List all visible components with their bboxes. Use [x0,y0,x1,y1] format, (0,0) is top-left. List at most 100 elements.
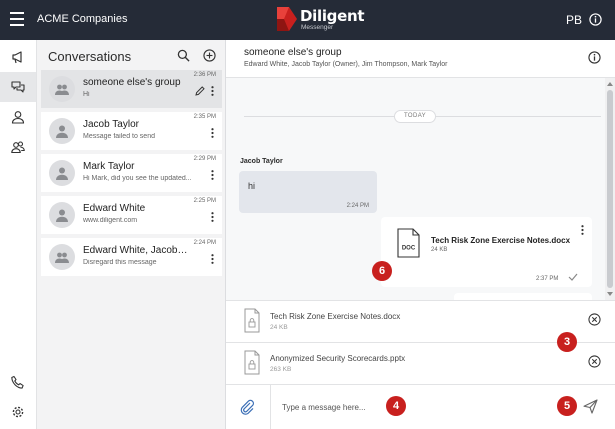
callout-marker: 3 [557,332,577,352]
pending-attachment: Tech Risk Zone Exercise Notes.docx 24 KB [226,300,615,340]
conversation-list: Conversations someone else's group Hi 2:… [37,40,226,429]
diligent-logo-icon [277,7,297,31]
conversation-name: Edward White, Jacob Taylor [83,245,189,256]
megaphone-icon [12,51,22,64]
chat-title: someone else's group [244,47,342,58]
attachment-name: Tech Risk Zone Exercise Notes.docx [270,312,401,321]
message-sender: Jacob Taylor [240,158,283,165]
kebab-menu-icon[interactable] [211,128,214,138]
chat-header: someone else's group Edward White, Jacob… [226,40,615,78]
kebab-menu-icon[interactable] [211,170,214,180]
pencil-icon[interactable] [195,86,205,96]
kebab-menu-icon[interactable] [211,254,214,264]
conversation-name: Mark Taylor [83,161,135,172]
person-avatar-icon [56,209,68,222]
compose-divider [270,385,271,429]
organization-name: ACME Companies [37,13,128,25]
conversation-item[interactable]: someone else's group Hi 2:36 PM [41,70,222,108]
conversation-preview: Hi [83,91,90,98]
conversation-time: 2:29 PM [193,156,216,162]
message-time: 2:37 PM [536,276,559,282]
message-input[interactable] [282,397,562,417]
remove-attachment-icon[interactable] [588,355,601,368]
scroll-up-arrow-icon[interactable] [607,82,613,86]
conversation-item[interactable]: Mark Taylor Hi Mark, did you see the upd… [41,154,222,192]
checkmark-icon [568,273,578,281]
locked-file-icon [244,308,260,333]
avatar [49,160,75,186]
group-avatar-icon [55,252,69,263]
attachment-size: 263 KB [270,366,292,373]
conversation-preview: Hi Mark, did you see the updated... [83,175,192,182]
locked-file-icon [244,350,260,375]
kebab-menu-icon[interactable] [211,212,214,222]
conversation-name: someone else's group [83,77,181,88]
avatar [49,76,75,102]
conversation-time: 2:24 PM [193,240,216,246]
conversations-title: Conversations [48,49,132,64]
rail-calls[interactable] [0,367,36,397]
attachment-name: Anonymized Security Scorecards.pptx [270,354,406,363]
info-icon[interactable] [589,13,602,26]
navigation-rail [0,40,37,429]
rail-groups[interactable] [0,132,36,162]
callout-marker: 6 [372,261,392,281]
messages-scrollbar[interactable] [605,78,615,300]
logo-subtitle: Messenger [301,24,334,31]
scrollbar-thumb[interactable] [607,90,613,288]
gear-icon [12,406,24,418]
rail-announcements[interactable] [0,42,36,72]
incoming-message[interactable]: hi 2:24 PM [239,171,377,213]
document-file-icon: DOC [397,228,420,258]
search-icon[interactable] [177,49,190,62]
avatar [49,118,75,144]
conversation-preview: Disregard this message [83,259,157,266]
chat-bubbles-icon [11,81,25,93]
conversation-time: 2:25 PM [193,198,216,204]
scroll-down-arrow-icon[interactable] [607,292,613,296]
conversation-item[interactable]: Edward White www.diligent.com 2:25 PM [41,196,222,234]
file-name: Tech Risk Zone Exercise Notes.docx [431,236,571,245]
conversation-item[interactable]: Jacob Taylor Message failed to send 2:35… [41,112,222,150]
people-icon [11,141,25,154]
remove-attachment-icon[interactable] [588,313,601,326]
conversation-item[interactable]: Edward White, Jacob Taylor Disregard thi… [41,238,222,276]
paperclip-icon[interactable] [239,399,255,415]
conversation-preview: Message failed to send [83,133,155,140]
callout-marker: 5 [557,396,577,416]
rail-conversations[interactable] [0,72,36,102]
person-icon [11,111,25,124]
outgoing-message-partial [454,293,592,300]
conversation-name: Jacob Taylor [83,119,139,130]
message-time: 2:24 PM [346,203,369,209]
group-avatar-icon [55,84,69,95]
rail-contacts[interactable] [0,102,36,132]
pending-attachment: Anonymized Security Scorecards.pptx 263 … [226,342,615,382]
new-conversation-icon[interactable] [203,49,216,62]
outgoing-file-message[interactable]: DOC Tech Risk Zone Exercise Notes.docx 2… [381,217,592,287]
info-icon[interactable] [588,51,601,64]
message-text: hi [248,181,256,191]
kebab-menu-icon[interactable] [581,225,584,235]
phone-icon [11,375,24,389]
kebab-menu-icon[interactable] [211,86,214,96]
conversation-time: 2:36 PM [193,72,216,78]
avatar [49,244,75,270]
message-thread: TODAY Jacob Taylor hi 2:24 PM DOC Tech R… [226,78,605,300]
chat-members: Edward White, Jacob Taylor (Owner), Jim … [244,61,448,68]
person-avatar-icon [56,167,68,180]
top-bar: ACME Companies Diligent Messenger PB [0,0,615,40]
date-divider: TODAY [394,110,436,123]
attachment-size: 24 KB [270,324,288,331]
hamburger-menu-icon[interactable] [10,12,24,26]
conversation-preview: www.diligent.com [83,217,138,224]
file-type-label: DOC [402,246,416,252]
conversation-time: 2:35 PM [193,114,216,120]
logo-name: Diligent [300,7,365,25]
conversation-name: Edward White [83,203,146,214]
send-icon[interactable] [583,399,598,414]
avatar [49,202,75,228]
user-initials[interactable]: PB [566,13,582,27]
rail-settings[interactable] [0,397,36,427]
callout-marker: 4 [386,396,406,416]
